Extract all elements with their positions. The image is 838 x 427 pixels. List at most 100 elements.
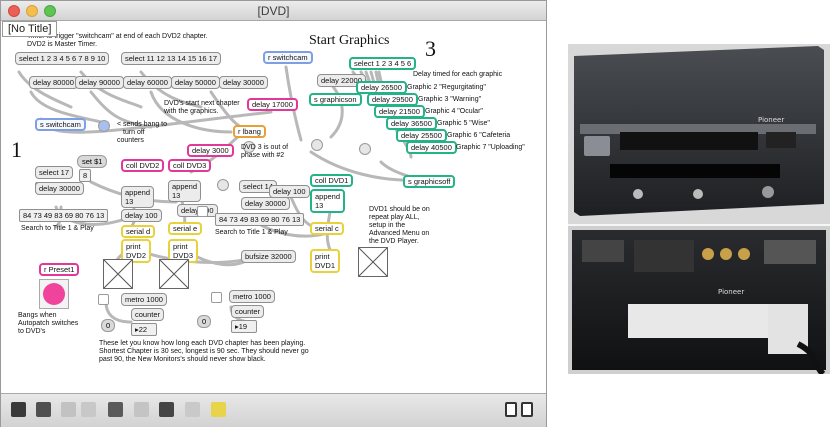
coll-dvd2[interactable]: coll DVD2 xyxy=(121,159,165,172)
split-view-icon[interactable] xyxy=(505,402,517,417)
start-graphics-heading: Start Graphics xyxy=(309,33,390,48)
number-19-value: 19 xyxy=(238,322,248,331)
s-switchcam[interactable]: s switchcam xyxy=(35,118,86,131)
delay-30000-left[interactable]: delay 30000 xyxy=(35,182,84,195)
split-view-icon-b[interactable] xyxy=(521,402,533,417)
delay-40500[interactable]: delay 40500 xyxy=(406,141,457,154)
serial-c[interactable]: serial c xyxy=(310,222,344,235)
section-1-heading: 1 xyxy=(11,137,22,162)
graphic-5-label: Graphic 5 "Wise" xyxy=(437,120,490,127)
r-lbang[interactable]: r lbang xyxy=(233,125,266,138)
graphic-4-label: Graphic 4 "Ocular" xyxy=(425,108,483,115)
patcher-toolbar xyxy=(1,393,546,427)
grid-link-icon[interactable] xyxy=(61,402,76,417)
delay-80000[interactable]: delay 80000 xyxy=(29,76,78,89)
title-bar[interactable]: [DVD] xyxy=(1,1,546,21)
metro-toggle-a[interactable] xyxy=(98,294,109,305)
debug-icon[interactable] xyxy=(211,402,226,417)
graphicson-bang[interactable] xyxy=(311,139,323,151)
metro-toggle-b[interactable] xyxy=(211,292,222,303)
metro-1000-b[interactable]: metro 1000 xyxy=(229,290,275,303)
grid-icon[interactable] xyxy=(185,402,200,417)
set-msg[interactable]: set $1 xyxy=(77,155,108,168)
matrix-box-dvd2[interactable] xyxy=(103,259,133,289)
lock-icon[interactable] xyxy=(11,402,26,417)
delay-3000[interactable]: delay 3000 xyxy=(187,144,234,157)
switchcam-bang[interactable] xyxy=(98,120,110,132)
delay-90000[interactable]: delay 90000 xyxy=(75,76,124,89)
delay-50000[interactable]: delay 50000 xyxy=(171,76,220,89)
window-tooltip: [No Title] xyxy=(2,21,58,37)
back-brand: Pioneer xyxy=(718,288,744,296)
select14-bang[interactable] xyxy=(217,179,229,191)
serial-e[interactable]: serial e xyxy=(168,222,203,235)
section-3-heading: 3 xyxy=(425,36,436,61)
bottom-note-3: past 90, the New Monitors's should never… xyxy=(99,356,266,363)
zero-msg-b[interactable]: 0 xyxy=(197,315,212,328)
delay-30000-mid[interactable]: delay 30000 xyxy=(241,197,290,210)
bangs-note-3: to DVD's xyxy=(18,328,46,335)
pioneer-dvd-player-image: Pioneer Pioneer xyxy=(568,44,830,377)
dvd1-note-5: the DVD Player. xyxy=(369,238,419,245)
number-8[interactable]: 8 xyxy=(79,169,92,182)
select-graphics[interactable]: select 1 2 3 4 5 6 xyxy=(349,57,417,70)
toggle-b[interactable] xyxy=(197,206,208,217)
preset-button[interactable] xyxy=(39,279,69,309)
delay-graphic-note: Delay timed for each graphic xyxy=(413,71,503,78)
number-22[interactable]: ▸22 xyxy=(131,323,157,336)
counter-b[interactable]: counter xyxy=(231,305,265,318)
delay-17000[interactable]: delay 17000 xyxy=(247,98,298,111)
clipboard-icon[interactable] xyxy=(108,402,123,417)
search-title-a: Search to Title 1 & Play xyxy=(21,225,94,232)
coll-dvd1[interactable]: coll DVD1 xyxy=(310,174,354,187)
delay-30000-top[interactable]: delay 30000 xyxy=(219,76,268,89)
select-1-10[interactable]: select 1 2 3 4 5 6 7 8 9 10 xyxy=(15,52,110,65)
r-switchcam[interactable]: r switchcam xyxy=(263,51,313,64)
search-title-b: Search to Title 1 & Play xyxy=(215,229,288,236)
bufsize-32000[interactable]: bufsize 32000 xyxy=(241,250,296,263)
number-22-value: 22 xyxy=(138,325,148,334)
append-13-c[interactable]: append 13 xyxy=(310,189,346,213)
select-11-17[interactable]: select 11 12 13 14 15 16 17 xyxy=(121,52,222,65)
metro-1000-a[interactable]: metro 1000 xyxy=(121,293,167,306)
dvd-start-note-2: with the graphics. xyxy=(164,108,219,115)
delay-60000[interactable]: delay 60000 xyxy=(123,76,172,89)
select-17[interactable]: select 17 xyxy=(35,166,74,179)
s-graphicson[interactable]: s graphicson xyxy=(309,93,362,106)
counter-a[interactable]: counter xyxy=(131,308,165,321)
patcher-window: [DVD] [No Title] Start Graphics 3 1 Time… xyxy=(0,0,547,427)
coll-dvd3[interactable]: coll DVD3 xyxy=(168,159,212,172)
graphics-bang[interactable] xyxy=(359,143,371,155)
patcher-inspector-icon[interactable] xyxy=(81,402,96,417)
print-dvd1[interactable]: print DVD1 xyxy=(310,249,341,273)
list-b[interactable]: 84 73 49 83 69 80 76 13 xyxy=(215,213,305,226)
dvd-player-photo: Pioneer Pioneer xyxy=(568,44,830,377)
list-a[interactable]: 84 73 49 83 69 80 76 13 xyxy=(19,209,109,222)
s-graphicsoff[interactable]: s graphicsoff xyxy=(403,175,456,188)
window-title: [DVD] xyxy=(257,4,290,18)
x-mark-icon xyxy=(103,259,133,289)
matrix-box-dvd1[interactable] xyxy=(358,247,388,277)
patcher-canvas[interactable]: Start Graphics 3 1 Timer to trigger "swi… xyxy=(1,22,546,393)
inspector-icon[interactable] xyxy=(159,402,174,417)
append-13-b[interactable]: append 13 xyxy=(168,180,202,202)
append-13-a[interactable]: append 13 xyxy=(121,186,155,208)
zero-msg-a[interactable]: 0 xyxy=(101,319,116,332)
button-dot-icon xyxy=(43,283,65,305)
timer-note-2: DVD2 is Master Timer. xyxy=(27,41,98,48)
number-19[interactable]: ▸19 xyxy=(231,320,257,333)
dvd3-note-2: phase with #2 xyxy=(241,152,285,159)
matrix-box-dvd3[interactable] xyxy=(159,259,189,289)
serial-d[interactable]: serial d xyxy=(121,225,156,238)
sends-bang-note-3: counters xyxy=(117,137,144,144)
r-preset1[interactable]: r Preset1 xyxy=(39,263,80,276)
delay-100-a[interactable]: delay 100 xyxy=(121,209,162,222)
x-mark-icon xyxy=(159,259,189,289)
graphic-6-label: Graphic 6 "Cafeteria xyxy=(447,132,511,139)
graphic-2-label: Graphic 2 "Regurgitating" xyxy=(407,84,486,91)
graphic-7-label: Graphic 7 "Uploading" xyxy=(456,144,525,151)
info-icon[interactable] xyxy=(134,402,149,417)
front-brand: Pioneer xyxy=(758,116,784,124)
presentation-icon[interactable] xyxy=(36,402,51,417)
x-mark-icon xyxy=(358,247,388,277)
